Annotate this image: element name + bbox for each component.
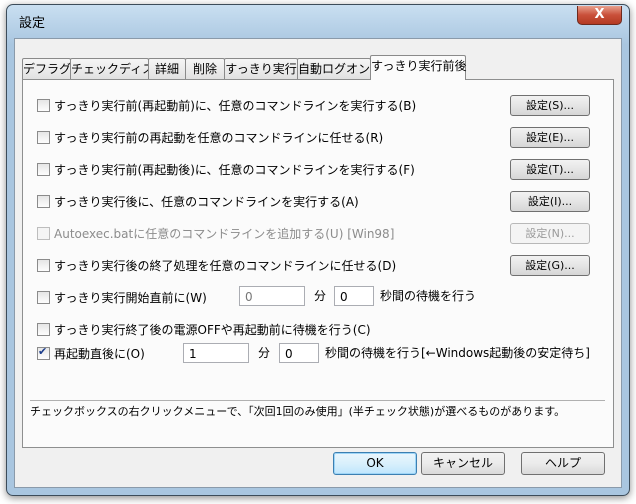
option-label: すっきり実行前(再起動前)に、任意のコマンドラインを実行する(B) bbox=[54, 98, 417, 113]
option-label: すっきり実行前の再起動を任意のコマンドラインに任せる(R) bbox=[54, 130, 384, 145]
settings-dialog: 設定 X デフラグ チェックディスク 詳細 削除 すっきり実行 自動ログオン す… bbox=[6, 4, 630, 496]
option-row-before-restart[interactable]: すっきり実行前(再起動前)に、任意のコマンドラインを実行する(B) bbox=[37, 96, 416, 114]
checkbox[interactable] bbox=[37, 130, 50, 144]
tab-checkdisk[interactable]: チェックディスク bbox=[70, 58, 166, 79]
minutes-unit: 分 bbox=[258, 346, 271, 360]
tab-defrag[interactable]: デフラグ bbox=[22, 58, 71, 79]
settings-button-t[interactable]: 設定(T)... bbox=[510, 159, 590, 180]
tab-auto-logon[interactable]: 自動ログオン bbox=[297, 58, 371, 79]
option-label: 再起動直後に(O) bbox=[54, 346, 145, 361]
option-row-wait-before[interactable]: すっきり実行開始直前に(W) bbox=[37, 288, 207, 306]
wait-restart-minutes-input[interactable]: 1 bbox=[183, 343, 249, 363]
option-label: すっきり実行開始直前に(W) bbox=[54, 290, 207, 305]
wait-before-seconds-input[interactable]: 0 bbox=[334, 286, 374, 306]
tab-panel: すっきり実行前(再起動前)に、任意のコマンドラインを実行する(B) 設定(S).… bbox=[22, 79, 614, 448]
seconds-suffix: 秒間の待機を行う[←Windows起動後の安定待ち] bbox=[325, 346, 590, 360]
checkbox-checked[interactable] bbox=[37, 345, 50, 360]
wait-before-minutes-input[interactable]: 0 bbox=[239, 286, 305, 306]
checkbox[interactable] bbox=[37, 162, 50, 176]
settings-button-e[interactable]: 設定(E)... bbox=[510, 127, 590, 148]
ok-button[interactable]: OK bbox=[333, 452, 417, 475]
seconds-suffix: 秒間の待機を行う bbox=[380, 289, 477, 303]
separator bbox=[30, 400, 605, 401]
option-row-autoexec: Autoexec.batに任意のコマンドラインを追加する(U) [Win98] bbox=[37, 224, 394, 242]
close-button[interactable]: X bbox=[577, 6, 622, 25]
window-title: 設定 bbox=[19, 16, 46, 31]
option-row-wait-shutdown[interactable]: すっきり実行終了後の電源OFFや再起動前に待機を行う(C) bbox=[37, 320, 371, 338]
option-label: すっきり実行終了後の電源OFFや再起動前に待機を行う(C) bbox=[54, 322, 371, 337]
checkbox[interactable] bbox=[37, 322, 50, 336]
checkbox-disabled bbox=[37, 226, 50, 240]
cancel-button[interactable]: キャンセル bbox=[421, 452, 505, 475]
option-label: すっきり実行前(再起動後)に、任意のコマンドラインを実行する(F) bbox=[54, 162, 415, 177]
option-row-after-restart[interactable]: すっきり実行前(再起動後)に、任意のコマンドラインを実行する(F) bbox=[37, 160, 415, 178]
option-row-shutdown-delegate[interactable]: すっきり実行後の終了処理を任意のコマンドラインに任せる(D) bbox=[37, 256, 396, 274]
checkbox[interactable] bbox=[37, 98, 50, 112]
settings-button-g[interactable]: 設定(G)... bbox=[510, 255, 590, 276]
checkbox[interactable] bbox=[37, 258, 50, 272]
checkbox[interactable] bbox=[37, 194, 50, 208]
option-row-after-run[interactable]: すっきり実行後に、任意のコマンドラインを実行する(A) bbox=[37, 192, 359, 210]
checkbox[interactable] bbox=[37, 290, 50, 304]
tab-before-after[interactable]: すっきり実行前後 bbox=[370, 55, 467, 80]
settings-button-i[interactable]: 設定(I)... bbox=[510, 191, 590, 212]
settings-button-n: 設定(N)... bbox=[510, 223, 590, 244]
help-button[interactable]: ヘルプ bbox=[521, 452, 605, 475]
minutes-unit: 分 bbox=[314, 289, 327, 303]
tab-details[interactable]: 詳細 bbox=[148, 58, 186, 79]
tab-delete[interactable]: 削除 bbox=[185, 58, 225, 79]
option-row-restart-delegate[interactable]: すっきり実行前の再起動を任意のコマンドラインに任せる(R) bbox=[37, 128, 383, 146]
dialog-client-area: デフラグ チェックディスク 詳細 削除 すっきり実行 自動ログオン すっきり実行… bbox=[14, 38, 622, 488]
settings-button-s[interactable]: 設定(S)... bbox=[510, 95, 590, 116]
option-row-wait-restart[interactable]: 再起動直後に(O) bbox=[37, 344, 145, 362]
option-label: すっきり実行後の終了処理を任意のコマンドラインに任せる(D) bbox=[54, 258, 397, 273]
option-label: Autoexec.batに任意のコマンドラインを追加する(U) [Win98] bbox=[54, 226, 395, 241]
tab-sukkiri-run[interactable]: すっきり実行 bbox=[224, 58, 298, 79]
option-label: すっきり実行後に、任意のコマンドラインを実行する(A) bbox=[54, 194, 359, 209]
wait-restart-seconds-input[interactable]: 0 bbox=[279, 343, 319, 363]
note-text: チェックボックスの右クリックメニューで、「次回1回のみ使用」(半チェック状態)が… bbox=[30, 405, 566, 418]
